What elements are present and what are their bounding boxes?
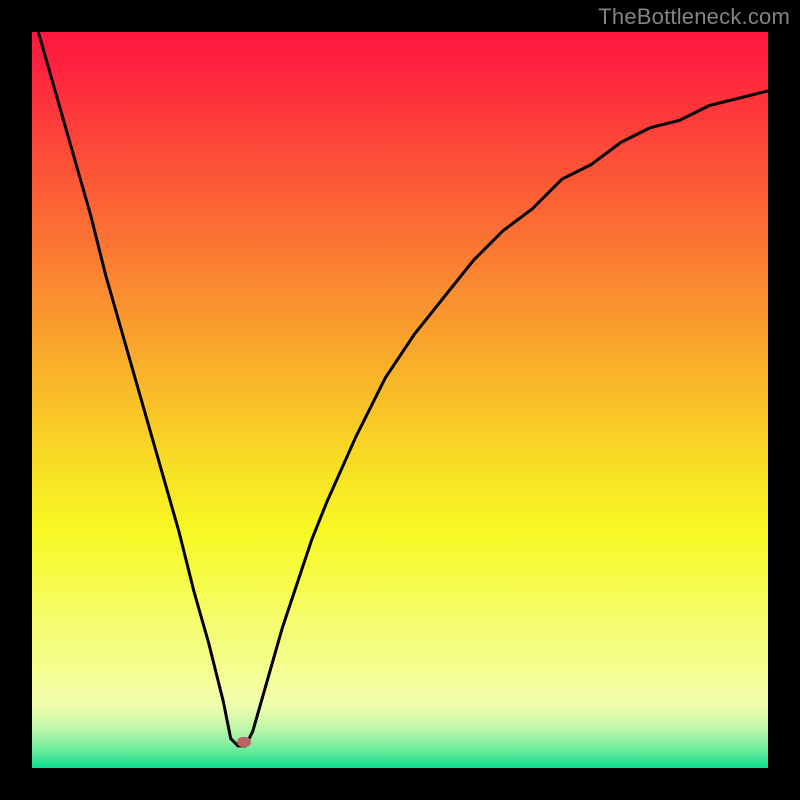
plot-svg (32, 32, 768, 768)
plot-area (32, 32, 768, 768)
chart-frame: TheBottleneck.com (0, 0, 800, 800)
watermark-label: TheBottleneck.com (598, 4, 790, 30)
optimal-point-marker (237, 737, 251, 747)
